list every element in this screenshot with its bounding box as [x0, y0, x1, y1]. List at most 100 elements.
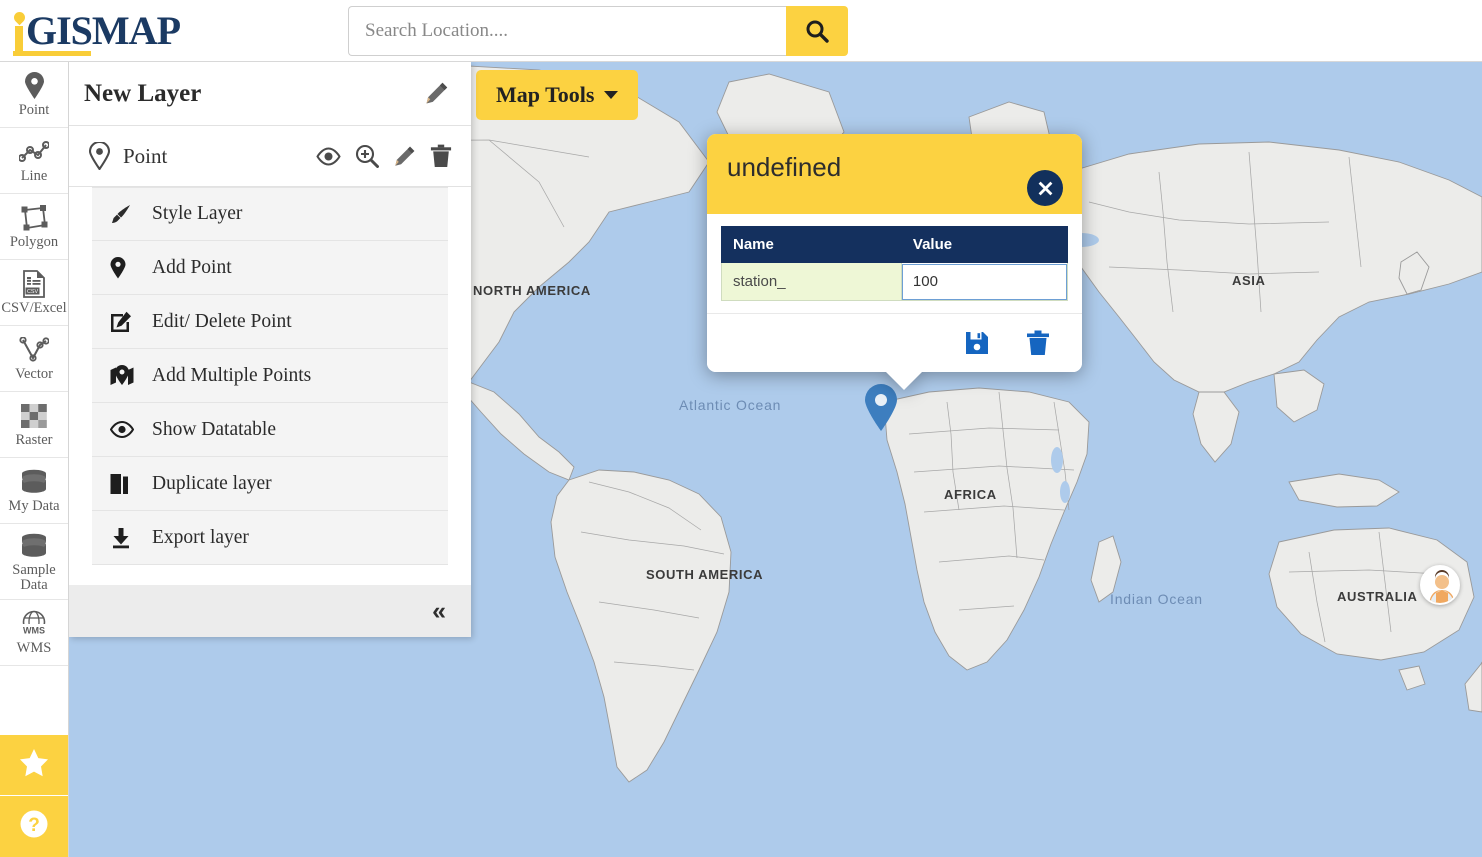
menu-label: Edit/ Delete Point [152, 310, 292, 332]
polygon-icon [20, 203, 48, 233]
sidebar-item-raster[interactable]: Raster [0, 392, 68, 458]
multi-pin-map-icon [110, 364, 146, 387]
sidebar-item-my-data[interactable]: My Data [0, 458, 68, 524]
menu-label: Export layer [152, 526, 249, 548]
menu-label: Add Point [152, 256, 232, 278]
chevron-down-icon [604, 91, 619, 99]
sidebar-item-wms[interactable]: WMS WMS [0, 600, 68, 666]
rename-layer-button[interactable] [424, 81, 449, 106]
logo-text: GISMAP [26, 8, 181, 53]
sidebar-item-sample-data[interactable]: Sample Data [0, 524, 68, 600]
logo-pin-dot [11, 9, 28, 26]
sidebar-item-csv-excel[interactable]: CSV CSV/Excel [0, 260, 68, 326]
trash-icon [430, 144, 452, 167]
sidebar-item-label: Raster [15, 432, 53, 448]
sidebar-item-line[interactable]: Line [0, 128, 68, 194]
tool-rail: Point Line Polygon CSV CSV/Excel Vector … [0, 62, 69, 857]
user-avatar[interactable] [1420, 565, 1460, 605]
layer-menu: Style Layer Add Point Edit/ Delete Point… [69, 187, 471, 565]
help-button[interactable]: ? [0, 796, 68, 857]
close-x-icon [1038, 181, 1052, 195]
toggle-visibility-button[interactable] [316, 146, 341, 166]
layer-item-point[interactable]: Point [69, 126, 471, 187]
map-label-indian-ocean: Indian Ocean [1110, 591, 1203, 607]
menu-item-add-point[interactable]: Add Point [92, 241, 448, 295]
globe-wms-icon: WMS [19, 609, 49, 639]
layer-panel-footer: « [69, 585, 471, 637]
sidebar-item-label: Polygon [9, 234, 59, 250]
menu-item-export-layer[interactable]: Export layer [92, 511, 448, 565]
popup-actions [707, 313, 1082, 372]
database-icon [20, 531, 48, 561]
zoom-in-icon [355, 144, 379, 168]
download-icon [110, 527, 146, 549]
logo-underline [13, 51, 91, 56]
vector-icon [19, 335, 49, 365]
menu-label: Style Layer [152, 203, 243, 224]
search-input[interactable] [348, 6, 786, 56]
popup-title: undefined [727, 152, 842, 182]
sidebar-item-label: Vector [15, 366, 53, 382]
delete-attribute-button[interactable] [1026, 330, 1050, 356]
save-attribute-button[interactable] [964, 330, 990, 356]
rail-bottom-group: ? [0, 735, 68, 857]
floppy-save-icon [966, 332, 988, 354]
menu-item-edit-delete-point[interactable]: Edit/ Delete Point [92, 295, 448, 349]
sidebar-item-label: Sample Data [12, 561, 56, 593]
menu-item-show-datatable[interactable]: Show Datatable [92, 403, 448, 457]
feature-attribute-popup: undefined Name Value station_ 100 [707, 134, 1082, 390]
map-pin-icon [24, 71, 45, 101]
logo-pin-icon [11, 9, 28, 53]
app-root: Map Tools NORTH AMERICA SOUTH AMERICA AF… [0, 0, 1482, 857]
sidebar-item-polygon[interactable]: Polygon [0, 194, 68, 260]
popup-close-button[interactable] [1027, 170, 1063, 206]
trash-icon [1027, 330, 1049, 355]
map-pin-icon [85, 142, 113, 170]
search-button[interactable] [786, 6, 848, 56]
svg-text:CSV: CSV [27, 289, 38, 295]
sidebar-item-point[interactable]: Point [0, 62, 68, 128]
sidebar-item-label: WMS [16, 640, 52, 656]
raster-grid-icon [20, 401, 48, 431]
column-header-value: Value [900, 226, 1069, 263]
map-tools-label: Map Tools [496, 82, 595, 107]
map-label-australia: AUSTRALIA [1337, 589, 1418, 604]
menu-item-style-layer[interactable]: Style Layer [92, 187, 448, 241]
attribute-value-cell[interactable] [900, 262, 1069, 301]
layer-action-group [316, 144, 452, 168]
delete-layer-button[interactable] [430, 144, 452, 168]
csv-file-icon: CSV [22, 269, 46, 299]
edit-layer-button[interactable] [393, 145, 416, 168]
map-label-asia: ASIA [1232, 273, 1266, 288]
layer-panel-header: New Layer [69, 62, 471, 126]
menu-label: Duplicate layer [152, 472, 272, 494]
star-icon [19, 748, 49, 782]
table-header-row: Name Value [721, 226, 1069, 263]
edit-square-icon [110, 311, 146, 333]
menu-item-add-multiple-points[interactable]: Add Multiple Points [92, 349, 448, 403]
attribute-name-cell: station_ [721, 262, 902, 301]
attribute-value-input[interactable] [901, 263, 1067, 300]
table-row: station_ [721, 262, 1069, 301]
sidebar-item-vector[interactable]: Vector [0, 326, 68, 392]
pencil-icon [395, 146, 415, 166]
attribute-table: Name Value station_ [721, 226, 1069, 301]
collapse-panel-button[interactable]: « [432, 598, 446, 624]
eye-icon [110, 421, 146, 438]
map-label-africa: AFRICA [944, 487, 997, 502]
svg-text:?: ? [28, 815, 40, 836]
menu-label: Add Multiple Points [152, 364, 312, 386]
layer-panel: New Layer Point Style Layer Add Point Ed… [69, 62, 471, 637]
user-avatar-icon [1422, 567, 1458, 603]
map-tools-button[interactable]: Map Tools [476, 70, 639, 120]
page-title: New Layer [84, 79, 202, 107]
sidebar-item-label: My Data [8, 498, 60, 514]
database-icon [20, 467, 48, 497]
app-logo[interactable]: GISMAP [10, 6, 181, 56]
favourites-button[interactable] [0, 735, 68, 796]
zoom-to-layer-button[interactable] [355, 144, 379, 168]
popup-header: undefined [707, 134, 1082, 214]
blue-map-marker[interactable] [864, 384, 898, 432]
paint-brush-icon [110, 203, 146, 225]
menu-item-duplicate-layer[interactable]: Duplicate layer [92, 457, 448, 511]
